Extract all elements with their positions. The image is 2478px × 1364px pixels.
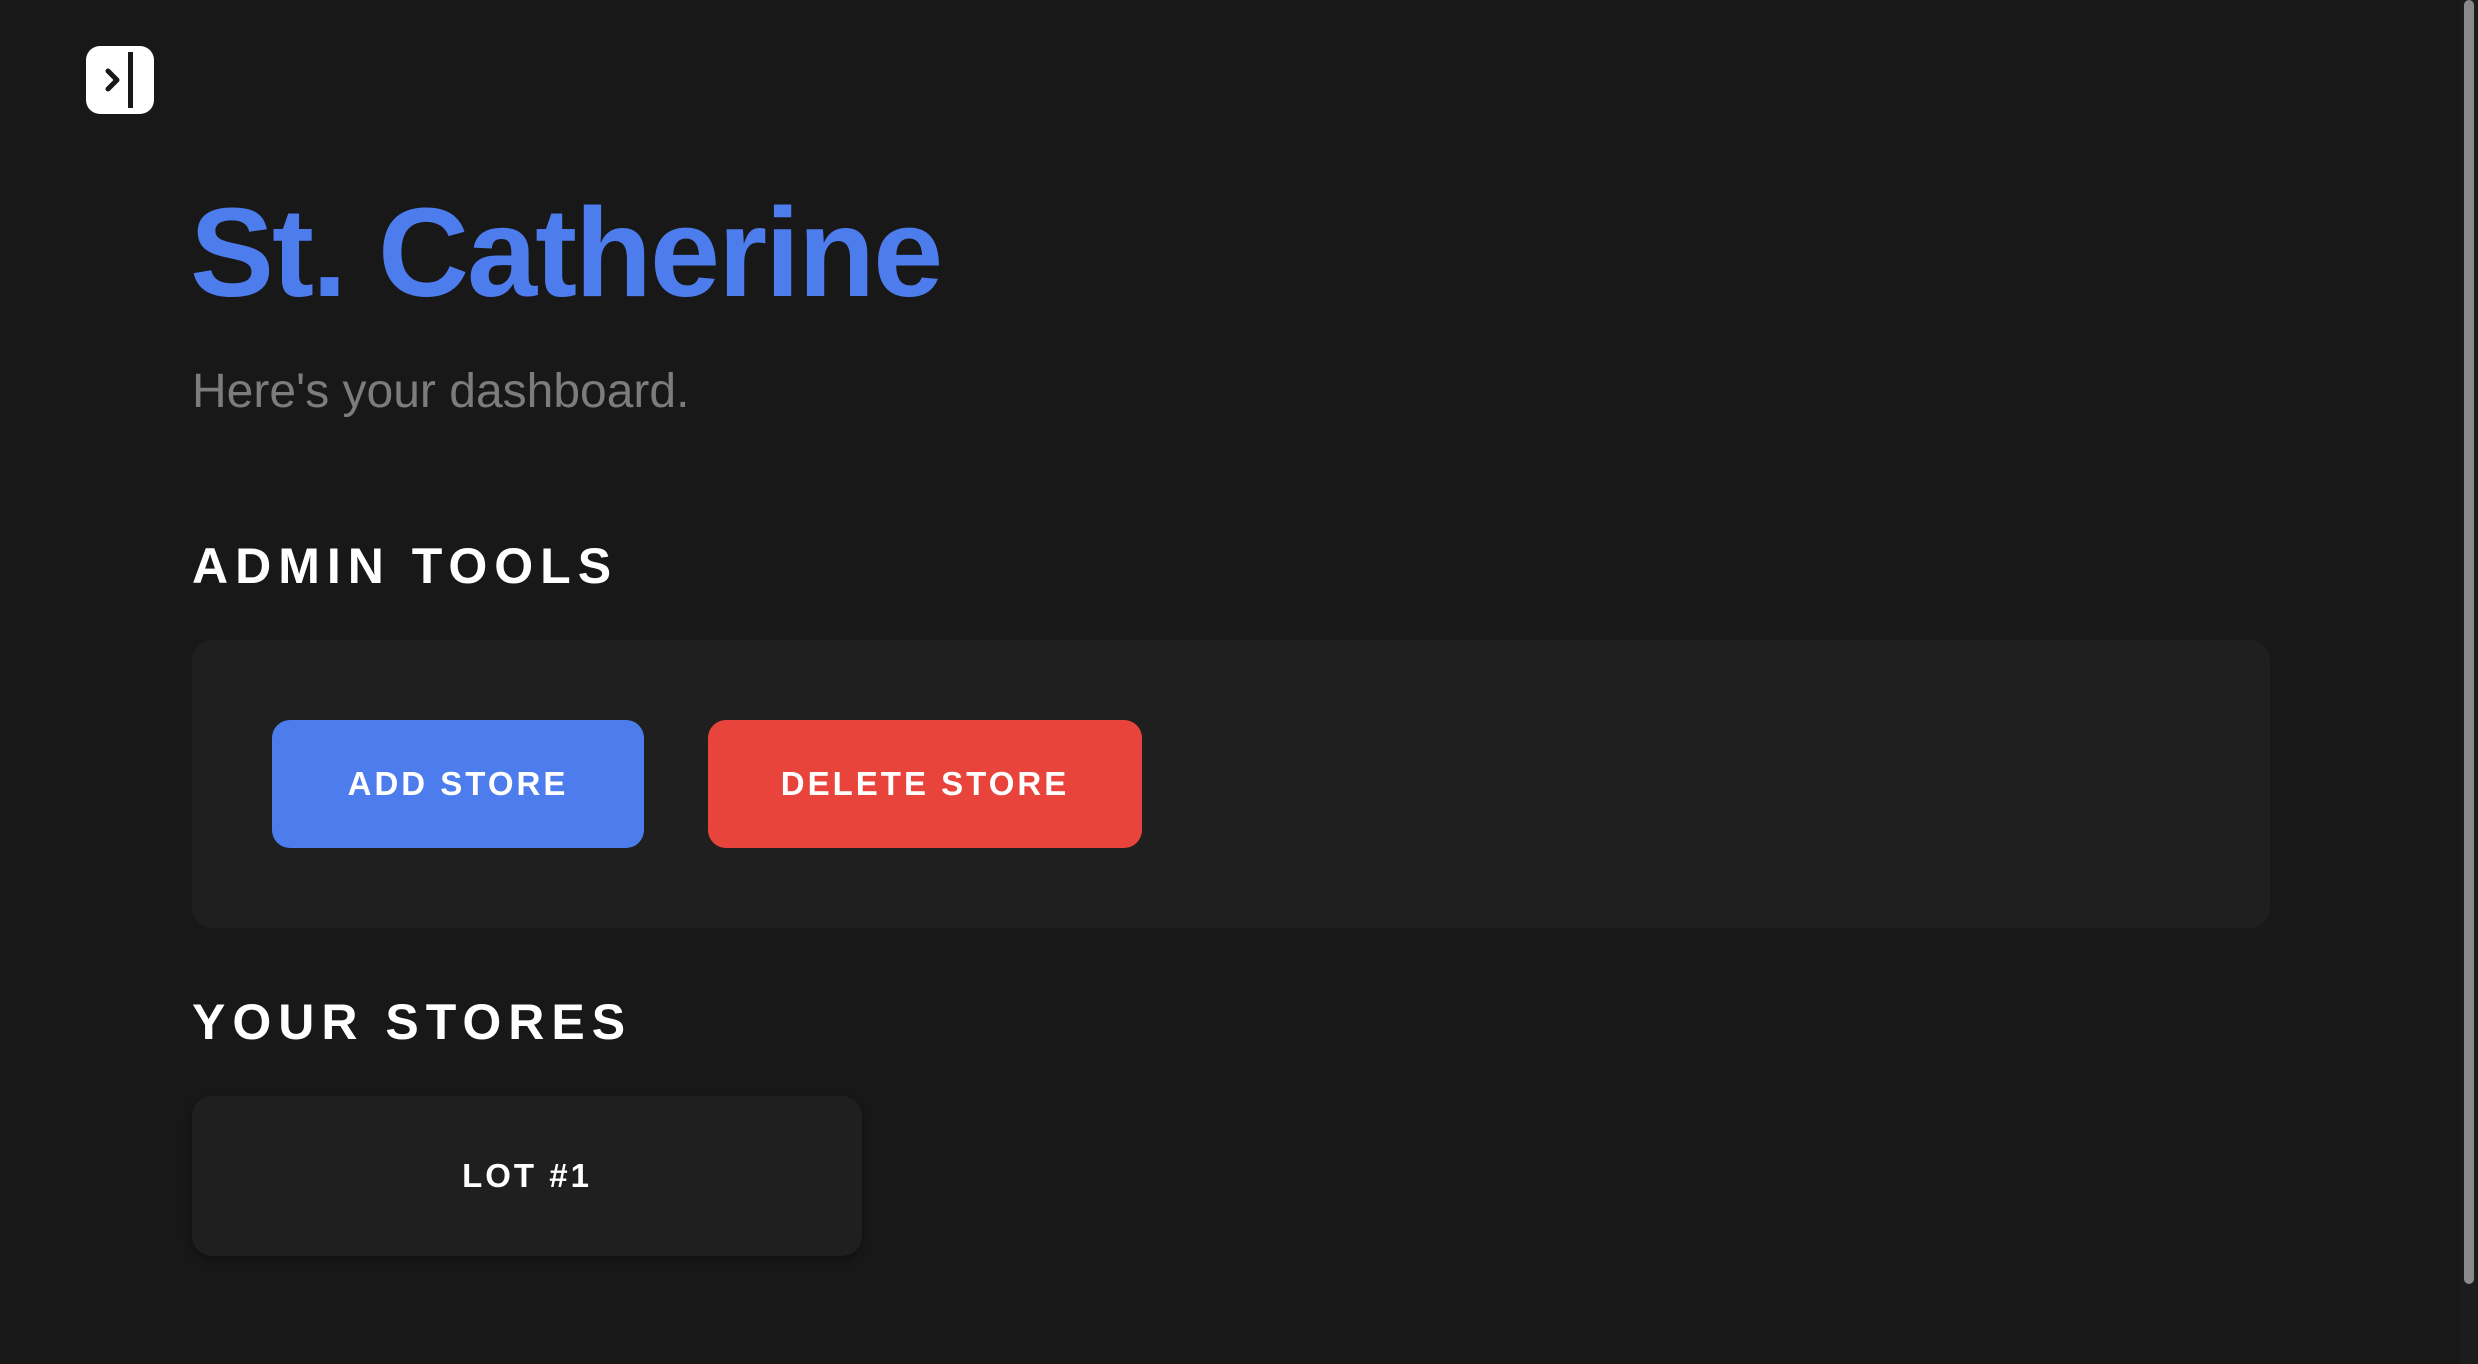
page-subtitle: Here's your dashboard. xyxy=(192,365,690,418)
admin-tools-heading: ADMIN TOOLS xyxy=(192,538,619,594)
page-title: St. Catherine xyxy=(190,182,943,323)
store-card-lot-1[interactable]: LOT #1 xyxy=(192,1096,862,1256)
vertical-scrollbar[interactable] xyxy=(2460,0,2478,1364)
dashboard-page: St. Catherine Here's your dashboard. ADM… xyxy=(0,0,2478,1364)
add-store-button[interactable]: ADD STORE xyxy=(272,720,644,848)
scrollbar-thumb[interactable] xyxy=(2464,0,2474,1284)
chevron-right-sidebar-icon xyxy=(86,46,154,114)
store-card-label: LOT #1 xyxy=(462,1157,592,1194)
sidebar-toggle-button[interactable] xyxy=(86,46,154,114)
your-stores-heading: YOUR STORES xyxy=(192,994,633,1050)
admin-tools-panel: ADD STORE DELETE STORE xyxy=(192,640,2270,928)
delete-store-button[interactable]: DELETE STORE xyxy=(708,720,1142,848)
